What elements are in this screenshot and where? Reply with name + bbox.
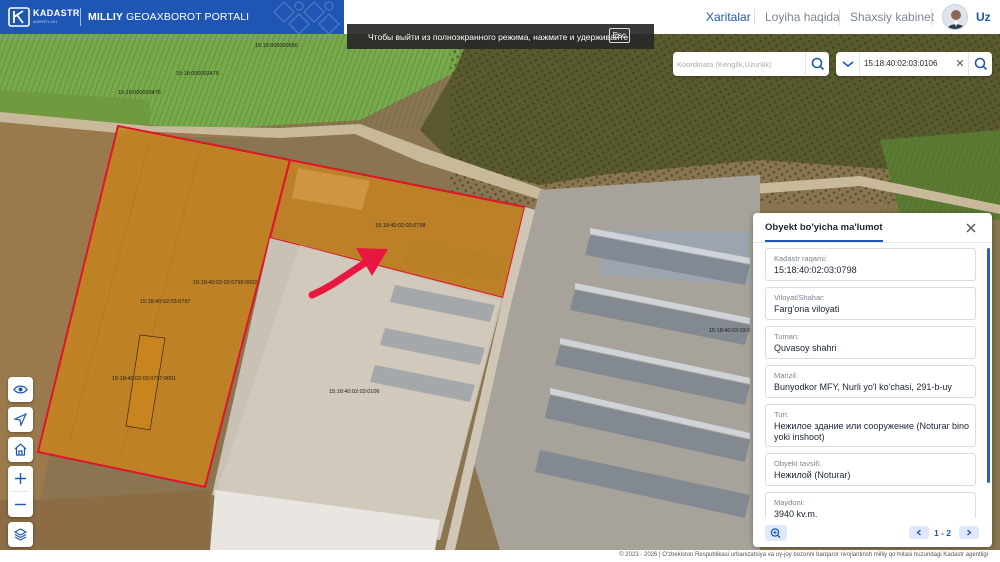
field-label: Turi:: [774, 410, 789, 419]
parcel-label: 15:18:40:02:03:0106: [329, 389, 380, 395]
field-label: Tuman:: [774, 332, 800, 341]
field-turi: Turi: Нежилое здание или сооружение (Not…: [765, 404, 976, 447]
clear-icon[interactable]: ✕: [954, 57, 966, 71]
zoom-controls: [8, 466, 33, 517]
field-tuman: Tuman: Quvasoy shahri: [765, 326, 976, 359]
search-type-dropdown[interactable]: [836, 52, 860, 76]
coordinate-search: [673, 52, 829, 76]
field-label: Manzil:: [774, 371, 798, 380]
footer-copyright: © 2023 - 2026 | O'zbekiston Respublikasi…: [619, 552, 988, 558]
nav-separator: [754, 9, 755, 25]
toast-message: Чтобы выйти из полноэкранного режима, на…: [368, 32, 629, 42]
search-icon: [811, 57, 825, 71]
previous-page-button[interactable]: [909, 526, 929, 539]
next-page-button[interactable]: [959, 526, 979, 539]
field-obyekt-tavsifi: Obyekt tavsifi: Нежилой (Noturar): [765, 453, 976, 486]
panel-title: Obyekt bo'yicha ma'lumot: [765, 222, 883, 233]
zoom-search-icon: [770, 528, 781, 539]
eye-icon: [13, 385, 28, 394]
fullscreen-exit-toast: Чтобы выйти из полноэкранного режима, на…: [347, 24, 654, 49]
visibility-button[interactable]: [8, 377, 33, 402]
portal-title: MILLIY GEOAXBOROT PORTALI: [88, 11, 250, 23]
pager-indicator: 1 - 2: [934, 528, 952, 538]
chevron-left-icon: [916, 529, 921, 536]
object-info-panel: Obyekt bo'yicha ma'lumot Kadastr raqami:…: [753, 213, 992, 547]
page-footer: © 2023 - 2026 | O'zbekiston Respublikasi…: [0, 550, 1000, 562]
panel-divider: [753, 242, 992, 243]
cadastre-search-value[interactable]: 15:18:40:02:03:0106: [864, 59, 937, 68]
zoom-in-button[interactable]: [8, 466, 33, 491]
field-label: Maydoni:: [774, 498, 805, 507]
nav-shaxsiy-kabinet[interactable]: Shaxsiy kabinet: [850, 10, 934, 24]
parcel-label: 15:18:40:02:03:0797: [140, 299, 191, 305]
nav-xaritalar[interactable]: Xaritalar: [706, 10, 751, 24]
coordinate-input[interactable]: [677, 57, 801, 71]
panel-scrollbar[interactable]: [987, 248, 990, 483]
home-icon: [14, 443, 27, 456]
field-viloyat: Viloyat/Shahar: Farg'ona viloyati: [765, 287, 976, 320]
nav-loyiha-haqida[interactable]: Loyiha haqida: [765, 10, 840, 24]
brand-divider: [80, 8, 81, 26]
field-label: Kadastr raqami:: [774, 254, 827, 263]
close-icon[interactable]: [964, 221, 978, 235]
field-value: Farg'ona viloyati: [774, 304, 840, 314]
navigation-icon: [13, 412, 28, 427]
home-button[interactable]: [8, 437, 33, 462]
kadastr-logo-icon[interactable]: [8, 7, 30, 27]
field-manzil: Manzil: Bunyodkor MFY, Nurli yo'l ko'cha…: [765, 365, 976, 398]
chevron-right-icon: [967, 529, 972, 536]
coordinate-search-button[interactable]: [805, 52, 829, 76]
chevron-down-icon: [842, 61, 854, 68]
layers-button[interactable]: [8, 522, 33, 547]
field-value: Нежилой (Noturar): [774, 470, 851, 480]
brand-name: KADASTR: [33, 8, 80, 18]
parcel-label: 15:18:000003476: [118, 90, 161, 96]
field-value: Нежилое здание или сооружение (Noturar b…: [774, 421, 969, 442]
parcel-label: 15:18:40:02:03:0: [709, 328, 751, 334]
esc-key-badge: Esc: [608, 28, 630, 43]
field-kadastr-raqami: Kadastr raqami: 15:18:40:02:03:0798: [765, 248, 976, 281]
zoom-in-icon: [15, 473, 26, 484]
user-avatar[interactable]: [942, 4, 968, 30]
nav-separator: [931, 9, 932, 25]
zoom-to-object-button[interactable]: [765, 525, 787, 541]
zoom-out-button[interactable]: [8, 492, 33, 517]
ornament-pattern: [273, 1, 340, 34]
search-icon: [974, 57, 988, 71]
user-photo-icon: [943, 5, 967, 29]
field-value: Quvasoy shahri: [774, 343, 837, 353]
brand-subtitle: AGENTLIGI: [33, 19, 58, 24]
parcel-label: 15:18:40:02:03:0798: [375, 223, 426, 229]
parcel-label: 15:18:000000956: [255, 43, 298, 49]
field-value: 15:18:40:02:03:0798: [774, 265, 857, 275]
cadastre-search: 15:18:40:02:03:0106 ✕: [836, 52, 992, 76]
field-value: Bunyodkor MFY, Nurli yo'l ko'chasi, 291-…: [774, 382, 952, 392]
cadastre-search-button[interactable]: [968, 52, 992, 76]
field-value: 3940 kv.m.: [774, 509, 818, 518]
zoom-out-icon: [15, 503, 26, 506]
panel-footer: 1 - 2: [753, 519, 992, 547]
field-list[interactable]: Kadastr raqami: 15:18:40:02:03:0798 Vilo…: [765, 248, 987, 518]
parcel-label: 15:18:000003475: [176, 71, 219, 77]
brand-bar: KADASTR AGENTLIGI MILLIY GEOAXBOROT PORT…: [0, 0, 344, 34]
field-maydoni: Maydoni: 3940 kv.m.: [765, 492, 976, 518]
parcel-label: 15:18:40:02:03:0798:0002: [193, 280, 258, 286]
field-label: Viloyat/Shahar:: [774, 293, 825, 302]
locate-button[interactable]: [8, 407, 33, 432]
parcel-label: 15:18:40:02:03:0797:0001: [112, 376, 177, 382]
field-label: Obyekt tavsifi:: [774, 459, 822, 468]
language-switch[interactable]: Uz: [976, 10, 991, 24]
layers-icon: [13, 528, 28, 541]
nav-separator: [839, 9, 840, 25]
